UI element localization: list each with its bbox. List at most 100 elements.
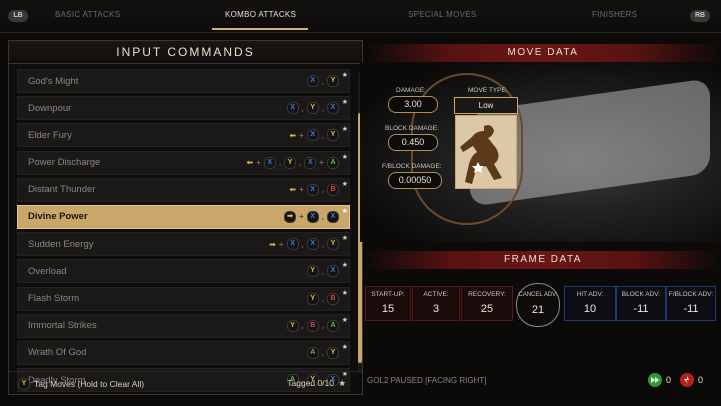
move-row-downpour[interactable]: Downpour X, Y, X ★ [17,96,350,121]
move-inputs: ⬅ + X, B [289,183,339,196]
move-row-divine-power[interactable]: Divine Power ➡ + X, X ★ [17,204,350,229]
y-button-icon[interactable]: Y [18,378,30,390]
a-button-icon: A [327,319,339,332]
move-inputs: Y, B, A [286,319,339,332]
x-button-icon: X [327,265,339,278]
arrow-left-icon: ⬅ [246,158,254,168]
move-row-distant-thunder[interactable]: Distant Thunder ⬅ + X, B ★ [17,177,350,202]
star-icon: ★ [341,262,348,270]
x-button-icon: X [306,210,319,223]
move-row-gods-might[interactable]: God's Might X, Y ★ [17,69,350,93]
move-inputs: Y, B [306,292,339,305]
move-inputs: ⬅ + X, Y [289,129,339,142]
move-name: Divine Power [28,211,88,223]
star-icon: ★ [341,235,348,243]
y-button-icon: Y [306,102,319,115]
cancel-adv-label: CANCEL ADV: [518,292,558,298]
move-inputs: A, Y [306,346,339,359]
tab-finishers[interactable]: FINISHERS [592,10,637,19]
tab-kombo-attacks[interactable]: KOMBO ATTACKS [225,10,296,19]
startup-value: 15 [381,303,395,315]
y-button-icon: Y [327,129,339,142]
active-stat: ACTIVE: 3 [412,286,460,321]
startup-label: START-UP: [371,291,405,298]
active-tab-indicator [212,28,308,30]
tab-basic-attacks[interactable]: BASIC ATTACKS [55,10,120,19]
input-commands-footer: Y Tag Moves (Hold to Clear All) Tagged 0… [9,371,362,394]
move-type-value: Low [454,97,518,114]
tab-special-moves[interactable]: SPECIAL MOVES [408,10,477,19]
star-icon: ★ [341,99,348,107]
move-name: Elder Fury [28,129,72,141]
block-adv-stat: BLOCK ADV: -11 [616,286,666,321]
cancel-adv-stat: CANCEL ADV: 21 [516,283,560,327]
damage-value: 3.00 [388,96,438,113]
star-icon: ★ [341,207,348,215]
move-name: Flash Storm [28,293,80,304]
star-icon: ★ [341,316,348,324]
star-icon: ★ [341,343,348,351]
move-name: God's Might [28,75,79,87]
move-row-overload[interactable]: Overload Y, X ★ [17,259,350,284]
y-button-icon: Y [306,265,319,278]
x-button-icon: X [327,102,339,115]
move-inputs: ➡ + X, X, Y [269,238,339,251]
move-inputs: ⬅ + X, Y, X + A [246,156,339,169]
move-row-wrath-of-god[interactable]: Wrath Of God A, Y ★ [17,340,350,365]
move-row-flash-storm[interactable]: Flash Storm Y, B ★ [17,286,350,311]
fblock-adv-value: -11 [683,303,699,315]
arrow-right-icon: ➡ [284,210,297,223]
rb-button[interactable]: RB [690,10,710,22]
x-button-icon: X [306,183,319,196]
fblock-damage-label: F/BLOCK DAMAGE: [382,163,442,170]
y-button-icon: Y [327,75,339,87]
x-button-icon: X [304,156,317,169]
lb-button[interactable]: LB [8,10,28,22]
fast-forward-icon [648,373,662,387]
move-inputs: X, Y [306,75,339,87]
block-adv-label: BLOCK ADV: [621,291,661,298]
status-text: GOL2 PAUSED [FACING RIGHT] [367,376,487,385]
green-counter-value: 0 [666,375,672,385]
b-button-icon: B [327,183,339,196]
active-label: ACTIVE: [423,291,449,298]
x-button-icon: X [306,75,319,87]
b-button-icon: B [327,292,339,305]
x-button-icon: X [286,238,299,251]
x-button-icon: X [263,156,276,169]
move-row-immortal-strikes[interactable]: Immortal Strikes Y, B, A ★ [17,313,350,338]
fblock-adv-stat: F/BLOCK ADV: -11 [666,286,716,321]
hit-adv-value: 10 [583,303,597,315]
move-row-power-discharge[interactable]: Power Discharge ⬅ + X, Y, X + A ★ [17,150,350,175]
move-name: Downpour [28,102,72,114]
hit-adv-stat: HIT ADV: 10 [564,286,616,321]
cancel-adv-value: 21 [531,304,545,316]
tag-moves-label: Tag Moves (Hold to Clear All) [34,379,145,389]
move-data-title: MOVE DATA [365,44,721,62]
x-button-icon: X [327,210,339,223]
move-row-sudden-energy[interactable]: Sudden Energy ➡ + X, X, Y ★ [17,232,350,257]
green-counter: 0 [648,373,671,387]
move-name: Power Discharge [28,157,101,169]
tagged-count: Tagged 0/10 [287,378,334,388]
move-name: Immortal Strikes [28,320,97,332]
block-damage-value: 0.450 [388,134,438,151]
move-list: God's Might X, Y ★ Downpour X, Y, X ★ El… [17,69,350,395]
top-nav: LB BASIC ATTACKS KOMBO ATTACKS SPECIAL M… [0,0,721,33]
y-button-icon: Y [327,238,339,251]
y-button-icon: Y [327,346,339,359]
fblock-adv-label: F/BLOCK ADV: [668,291,714,298]
block-damage-label: BLOCK DAMAGE: [385,125,439,132]
recovery-label: RECOVERY: [468,291,506,298]
move-row-elder-fury[interactable]: Elder Fury ⬅ + X, Y ★ [17,123,350,148]
low-attack-icon [455,115,517,189]
arrow-right-icon: ➡ [269,239,276,249]
y-button-icon: Y [284,156,297,169]
recovery-value: 25 [480,303,494,315]
arrow-left-icon: ⬅ [289,185,297,195]
fblock-damage-value: 0.00050 [388,172,442,189]
active-value: 3 [432,303,440,315]
move-name: Distant Thunder [28,184,96,196]
star-icon: ★ [341,126,348,134]
b-button-icon: B [306,319,319,332]
